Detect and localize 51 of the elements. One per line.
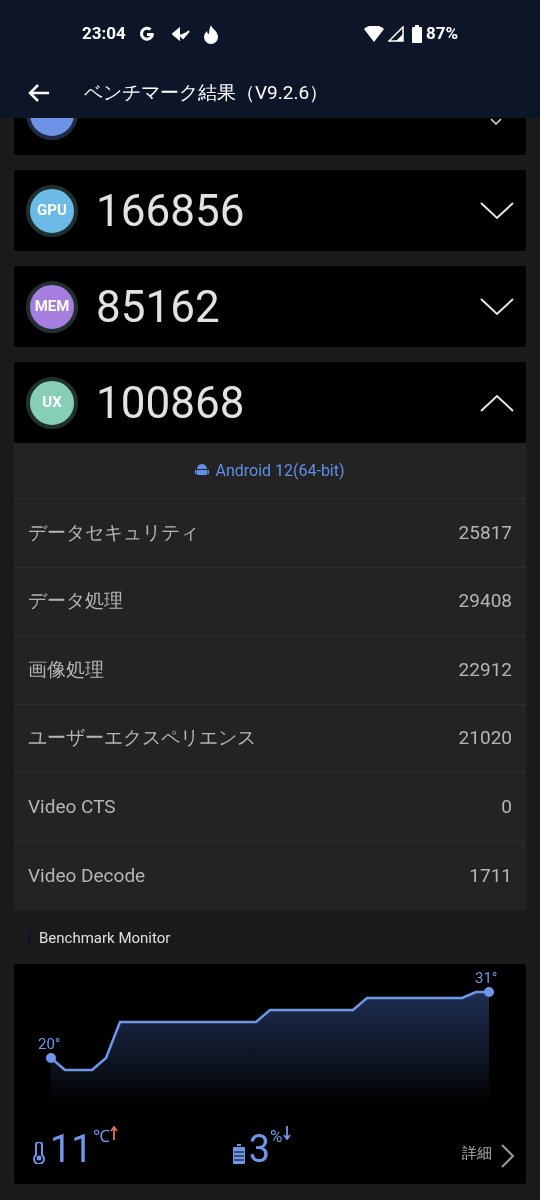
chevron-down-icon[interactable] (490, 118, 502, 126)
battery-drop-value: 3 (248, 1130, 271, 1168)
battery-icon (411, 25, 422, 43)
score-card[interactable] (14, 118, 526, 155)
score-card[interactable]: UX 100868 (14, 362, 526, 443)
chevron-up-icon[interactable] (480, 392, 514, 413)
thermometer-icon (32, 1142, 46, 1164)
status-time: 23:04 (82, 22, 126, 46)
chevron-down-icon[interactable] (480, 200, 514, 221)
chevron-down-icon[interactable] (480, 296, 514, 317)
temp-rise-value: 11 (50, 1130, 93, 1168)
detail-value: 22912 (458, 656, 512, 683)
detail-label: 画像処理 (28, 656, 104, 683)
score-value: 100868 (96, 375, 246, 431)
detail-value: 1711 (469, 862, 512, 889)
up-arrow-icon (109, 1126, 118, 1140)
detail-label: ユーザーエクスペリエンス (28, 725, 256, 751)
score-card[interactable]: GPU 166856 (14, 170, 526, 251)
detail-value: 25817 (458, 519, 512, 546)
chevron-right-icon[interactable] (500, 1144, 514, 1168)
score-card[interactable]: MEM 85162 (14, 266, 526, 347)
back-arrow-icon[interactable] (28, 83, 50, 103)
battery-percent: 87% (425, 22, 458, 46)
screen-title: ベンチマーク結果（V9.2.6） (84, 79, 329, 106)
score-badge: GPU (26, 184, 78, 237)
score-value: 166856 (96, 183, 246, 239)
battery-unit: % (270, 1125, 283, 1148)
detail-label: データセキュリティ (28, 519, 199, 546)
detail-label: Video Decode (28, 862, 146, 889)
details-link[interactable]: 詳細 (462, 1141, 492, 1164)
score-badge: UX (26, 376, 78, 429)
g-logo-icon (137, 25, 156, 43)
end-temp-label: 31° (475, 968, 498, 989)
signal-icon (387, 26, 404, 42)
start-temp-label: 20° (38, 1034, 61, 1055)
detail-value: 29408 (458, 588, 512, 614)
wifi-icon (363, 26, 384, 42)
battery-icon (232, 1144, 245, 1164)
score-badge: MEM (26, 280, 78, 333)
platform-label: Android 12(64-bit) (215, 459, 345, 482)
detail-value: 0 (501, 793, 512, 820)
notification-icon (171, 27, 190, 41)
detail-label: データ処理 (28, 588, 123, 614)
section-title: Benchmark Monitor (39, 927, 171, 949)
temp-unit: ℃ (92, 1125, 110, 1148)
down-arrow-icon (282, 1126, 291, 1140)
android-icon (195, 463, 210, 478)
flame-icon (201, 24, 220, 44)
score-value: 85162 (96, 279, 221, 335)
detail-label: Video CTS (28, 793, 116, 820)
detail-value: 21020 (458, 725, 512, 751)
